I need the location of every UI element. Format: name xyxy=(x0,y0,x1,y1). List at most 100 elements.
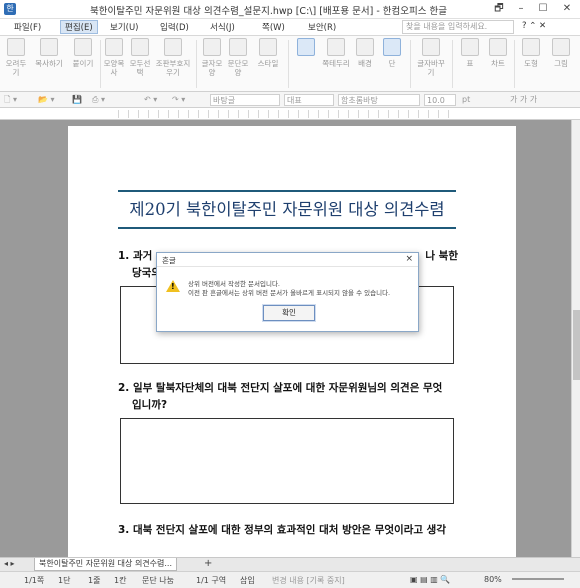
menu-security[interactable]: 보안(R) xyxy=(308,21,336,33)
answer-box-2[interactable] xyxy=(120,418,454,504)
font-select[interactable]: 함초롬바탕 xyxy=(338,94,420,106)
font-size-unit[interactable]: pt xyxy=(462,94,470,106)
picture-label: 그림 xyxy=(554,59,568,68)
dialog-close-button[interactable]: × xyxy=(405,254,413,264)
ruler-ticks xyxy=(118,110,458,118)
help-icon[interactable]: ? ⌃ ✕ xyxy=(522,21,546,31)
question-1-line-1: 1. 과거 xyxy=(118,250,153,262)
shape-icon xyxy=(522,38,540,56)
question-3: 3. 대북 전단지 살포에 대한 정부의 효과적인 대처 방안은 무엇이라고 생… xyxy=(118,522,458,539)
chart-button[interactable]: 차트 xyxy=(486,38,510,68)
document-tab[interactable]: 북한이탈주민 자문위원 대상 의견수렴... xyxy=(34,558,178,571)
remove-codes-label: 조판부호지우기 xyxy=(155,59,191,77)
ribbon-separator xyxy=(514,40,515,88)
table-icon xyxy=(461,38,479,56)
menu-bar: 파일(F) 편집(E) 보기(U) 입력(D) 서식(J) 쪽(W) 보안(R)… xyxy=(0,19,580,36)
status-track-changes[interactable]: 변경 내용 [기록 중지] xyxy=(272,575,345,586)
background-button[interactable]: 배경 xyxy=(352,38,378,68)
dialog-title: 흔글 xyxy=(162,256,176,265)
open-icon[interactable]: 📂 ▾ xyxy=(38,94,55,106)
copy-button[interactable]: 복사하기 xyxy=(32,38,66,68)
horizontal-ruler[interactable] xyxy=(0,108,580,120)
status-bar: 1/1쪽 1단 1줄 1칸 문단 나눔 1/1 구역 삽입 변경 내용 [기록 … xyxy=(0,571,580,588)
background-label: 배경 xyxy=(358,59,372,68)
select-all-button[interactable]: 모두선택 xyxy=(128,38,152,77)
ribbon-separator xyxy=(100,40,101,88)
page-setup-icon xyxy=(297,38,315,56)
font-size-input[interactable]: 10.0 xyxy=(424,94,456,106)
ribbon-separator xyxy=(452,40,453,88)
select-all-label: 모두선택 xyxy=(129,59,151,77)
menu-format[interactable]: 서식(J) xyxy=(210,21,235,33)
replace-char-button[interactable]: 글자바꾸기 xyxy=(414,38,448,77)
page-border-button[interactable]: 쪽테두리 xyxy=(322,38,350,68)
format-copy-button[interactable]: 모양복사 xyxy=(102,38,126,77)
question-1-line-1-end: 나 북한 xyxy=(425,250,458,262)
menu-edit[interactable]: 편집(E) xyxy=(60,20,98,34)
add-tab-button[interactable]: + xyxy=(204,558,212,569)
view-mode-icons[interactable]: ▣ ▤ ▥ 🔍 xyxy=(410,575,450,584)
remove-codes-icon xyxy=(164,38,182,56)
close-button[interactable]: ✕ xyxy=(556,2,578,16)
cut-label: 오려두기 xyxy=(5,59,27,77)
tab-nav-arrows[interactable]: ◂ ▸ xyxy=(4,559,15,568)
warning-icon: ! xyxy=(166,280,180,292)
question-2-line-1: 2. 일부 탈북자단체의 대북 전단지 살포에 대한 자문위원님의 의견은 무엇 xyxy=(118,382,443,394)
version-warning-dialog: 흔글 × ! 상위 버전에서 작성한 문서입니다. 이전 판 흔글에서는 상위 … xyxy=(156,252,419,332)
format-copy-icon xyxy=(105,38,123,56)
shape-button[interactable]: 도형 xyxy=(518,38,544,68)
chart-icon xyxy=(489,38,507,56)
style-label: 스타일 xyxy=(257,59,279,68)
document-title: 제20기 북한이탈주민 자문위원 대상 의견수렴 xyxy=(129,200,445,219)
page-setup-button[interactable] xyxy=(292,38,320,59)
search-input[interactable]: 찾을 내용을 입력하세요. xyxy=(402,20,514,34)
title-rule-bottom xyxy=(118,227,456,229)
picture-button[interactable]: 그림 xyxy=(548,38,574,68)
format-copy-label: 모양복사 xyxy=(103,59,125,77)
menu-view[interactable]: 보기(U) xyxy=(110,21,139,33)
ok-button[interactable]: 확인 xyxy=(262,304,316,322)
language-select[interactable]: 대표 xyxy=(284,94,334,106)
char-shape-button[interactable]: 글자모양 xyxy=(200,38,224,77)
vertical-scrollbar[interactable] xyxy=(571,120,580,557)
document-area[interactable]: 제20기 북한이탈주민 자문위원 대상 의견수렴 1. 과거 나 북한 당국의 … xyxy=(0,120,571,557)
print-icon[interactable]: ⎙ ▾ xyxy=(92,94,105,106)
menu-page[interactable]: 쪽(W) xyxy=(262,21,285,33)
page-border-label: 쪽테두리 xyxy=(322,59,350,68)
paste-icon xyxy=(74,38,92,56)
char-shape-label: 글자모양 xyxy=(201,59,223,77)
columns-icon xyxy=(383,38,401,56)
zoom-slider[interactable] xyxy=(512,578,564,580)
dialog-message-line-2: 이전 판 흔글에서는 상위 버전 문서가 올바르게 표시되지 않을 수 있습니다… xyxy=(188,289,391,297)
style-button[interactable]: 스타일 xyxy=(252,38,284,68)
style-select[interactable]: 바탕글 xyxy=(210,94,280,106)
style-icon xyxy=(259,38,277,56)
remove-codes-button[interactable]: 조판부호지우기 xyxy=(154,38,192,77)
char-format-buttons[interactable]: 가 가 가 xyxy=(510,94,537,106)
new-doc-icon[interactable]: 🗋 ▾ xyxy=(4,94,17,106)
cut-button[interactable]: 오려두기 xyxy=(4,38,28,77)
document-page[interactable]: 제20기 북한이탈주민 자문위원 대상 의견수렴 1. 과거 나 북한 당국의 … xyxy=(68,126,516,557)
minimize-button[interactable]: – xyxy=(510,2,532,16)
maximize-button[interactable]: ☐ xyxy=(532,2,554,16)
paste-button[interactable]: 붙이기 xyxy=(68,38,98,68)
title-bar: 한 북한이탈주민 자문위원 대상 의견수렴_설문지.hwp [C:\] [배포용… xyxy=(0,0,580,19)
menu-file[interactable]: 파일(F) xyxy=(14,21,41,33)
question-2: 2. 일부 탈북자단체의 대북 전단지 살포에 대한 자문위원님의 의견은 무엇… xyxy=(118,380,458,414)
scrollbar-thumb[interactable] xyxy=(573,310,580,380)
char-shape-icon xyxy=(203,38,221,56)
table-button[interactable]: 표 xyxy=(458,38,482,68)
save-icon[interactable]: 💾 xyxy=(72,94,82,106)
columns-button[interactable]: 단 xyxy=(380,38,404,68)
zoom-level[interactable]: 80% xyxy=(484,575,502,584)
question-2-line-2: 입니까? xyxy=(132,399,168,411)
para-shape-button[interactable]: 문단모양 xyxy=(226,38,250,77)
undo-icon[interactable]: ↶ ▾ xyxy=(144,94,157,106)
status-insert-mode[interactable]: 삽입 xyxy=(240,575,255,586)
menu-insert[interactable]: 입력(D) xyxy=(160,21,189,33)
document-tab-bar: ◂ ▸ 북한이탈주민 자문위원 대상 의견수렴... + xyxy=(0,557,580,571)
redo-icon[interactable]: ↷ ▾ xyxy=(172,94,185,106)
select-all-icon xyxy=(131,38,149,56)
restore-down-icon[interactable]: 🗗 xyxy=(488,2,510,16)
ribbon-separator xyxy=(288,40,289,88)
